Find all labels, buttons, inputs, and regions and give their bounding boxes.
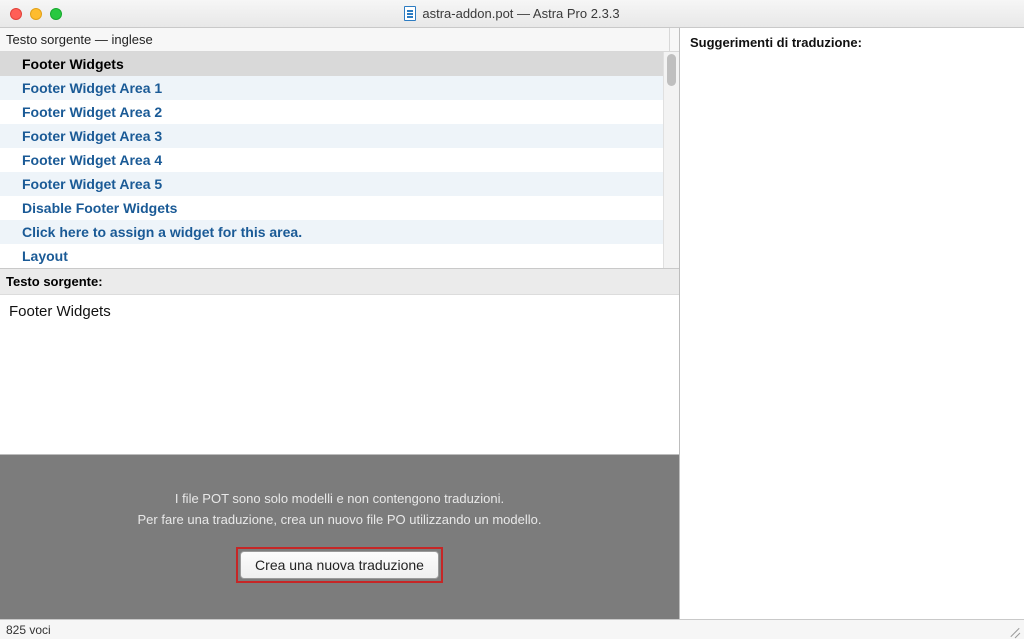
zoom-icon[interactable] xyxy=(50,8,62,20)
status-bar: 825 voci xyxy=(0,619,1024,639)
pot-template-banner: I file POT sono solo modelli e non conte… xyxy=(0,455,679,619)
list-item[interactable]: Footer Widget Area 4 xyxy=(0,148,663,172)
list-item[interactable]: Footer Widgets xyxy=(0,52,663,76)
titlebar: astra-addon.pot — Astra Pro 2.3.3 xyxy=(0,0,1024,28)
list-item[interactable]: Layout xyxy=(0,244,663,268)
pot-button-highlight: Crea una nuova traduzione xyxy=(236,547,443,583)
close-icon[interactable] xyxy=(10,8,22,20)
minimize-icon[interactable] xyxy=(30,8,42,20)
scrollbar[interactable] xyxy=(663,52,679,268)
status-text: 825 voci xyxy=(6,623,51,637)
source-text-content: Footer Widgets xyxy=(0,295,679,455)
window-title-text: astra-addon.pot — Astra Pro 2.3.3 xyxy=(422,6,619,21)
main-content: Testo sorgente — inglese Footer Widgets … xyxy=(0,28,1024,619)
list-item[interactable]: Footer Widget Area 3 xyxy=(0,124,663,148)
pot-banner-line2: Per fare una traduzione, crea un nuovo f… xyxy=(138,512,542,527)
column-spacer xyxy=(669,28,679,52)
list-item[interactable]: Disable Footer Widgets xyxy=(0,196,663,220)
list-item[interactable]: Click here to assign a widget for this a… xyxy=(0,220,663,244)
pot-banner-line1: I file POT sono solo modelli e non conte… xyxy=(175,491,504,506)
list-item[interactable]: Footer Widget Area 5 xyxy=(0,172,663,196)
source-text-label: Testo sorgente: xyxy=(0,268,679,295)
source-list[interactable]: Footer Widgets Footer Widget Area 1 Foot… xyxy=(0,52,663,268)
create-translation-button[interactable]: Crea una nuova traduzione xyxy=(240,551,439,579)
translation-suggestions-heading: Suggerimenti di traduzione: xyxy=(690,35,1014,50)
window-controls xyxy=(10,8,62,20)
document-icon xyxy=(404,6,416,21)
right-panel: Suggerimenti di traduzione: xyxy=(680,28,1024,619)
list-item[interactable]: Footer Widget Area 1 xyxy=(0,76,663,100)
window-title: astra-addon.pot — Astra Pro 2.3.3 xyxy=(0,6,1024,21)
left-panel: Testo sorgente — inglese Footer Widgets … xyxy=(0,28,680,619)
list-item[interactable]: Footer Widget Area 2 xyxy=(0,100,663,124)
scrollbar-thumb[interactable] xyxy=(667,54,676,86)
source-list-header: Testo sorgente — inglese xyxy=(0,28,669,52)
resize-grip-icon[interactable] xyxy=(1009,625,1021,637)
